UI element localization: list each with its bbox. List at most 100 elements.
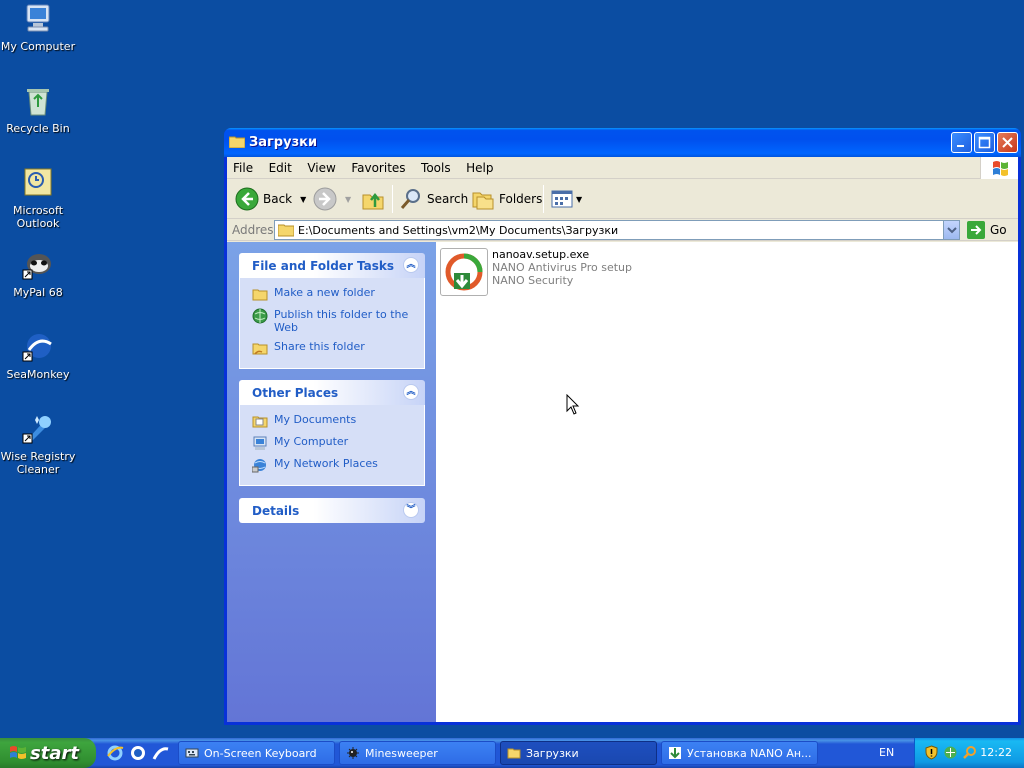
window-body: File Edit View Favorites Tools Help Back… — [227, 157, 1018, 722]
back-button[interactable]: Back ▼ — [235, 185, 306, 213]
folder-icon — [507, 746, 521, 760]
menu-tools[interactable]: Tools — [415, 157, 457, 179]
address-folder-icon — [277, 223, 295, 237]
window-titlebar[interactable]: Загрузки — [224, 128, 1021, 157]
views-button[interactable]: ▼ — [550, 185, 582, 213]
folder-icon — [228, 135, 246, 149]
collapse-chevron-icon[interactable]: ︽ — [403, 257, 419, 273]
toolbar-separator — [392, 185, 393, 213]
up-folder-icon — [361, 187, 385, 211]
my-computer-link[interactable]: My Computer — [252, 435, 424, 451]
network-icon — [251, 457, 268, 473]
address-bar: Address E:\Documents and Settings\vm2\My… — [227, 219, 1018, 241]
computer-icon — [21, 2, 55, 36]
toolbar-separator — [543, 185, 544, 213]
language-indicator[interactable]: EN — [879, 746, 894, 759]
mail-quicklaunch-icon[interactable] — [152, 744, 170, 762]
other-places-header[interactable]: Other Places ︽ — [239, 380, 425, 405]
taskbar-item-nano-setup[interactable]: Установка NANO Ан... — [661, 741, 818, 765]
views-icon — [550, 187, 574, 211]
computer-icon — [252, 435, 268, 451]
clock[interactable]: 12:22 — [980, 746, 1012, 759]
folders-icon — [471, 187, 495, 211]
windows-flag-icon — [9, 745, 27, 761]
taskbar-item-zagruzki[interactable]: Загрузки — [500, 741, 657, 765]
expand-chevron-icon[interactable]: ︾ — [403, 502, 419, 518]
back-label: Back — [263, 192, 293, 206]
desktop-icon-mypal[interactable]: MyPal 68 — [0, 248, 76, 299]
back-dropdown-icon[interactable]: ▼ — [300, 195, 306, 204]
recycle-bin-icon — [21, 84, 55, 118]
share-folder-link[interactable]: Share this folder — [252, 340, 424, 356]
new-folder-icon — [252, 286, 268, 302]
taskbar-item-minesweeper[interactable]: Minesweeper — [339, 741, 496, 765]
other-places-panel: Other Places ︽ My Documents My Computer — [239, 380, 425, 486]
file-company: NANO Security — [492, 274, 574, 287]
internet-explorer-icon[interactable] — [106, 744, 124, 762]
menu-bar: File Edit View Favorites Tools Help — [227, 157, 1018, 179]
menu-view[interactable]: View — [301, 157, 341, 179]
details-panel: Details ︾ — [239, 498, 425, 523]
go-label: Go — [990, 223, 1007, 237]
address-field[interactable]: E:\Documents and Settings\vm2\My Documen… — [274, 220, 960, 240]
file-folder-tasks-body: Make a new folder Publish this folder to… — [239, 278, 425, 369]
window-title: Загрузки — [249, 135, 318, 150]
go-button[interactable]: Go — [967, 221, 1007, 239]
network-tray-icon[interactable] — [943, 745, 958, 760]
other-places-body: My Documents My Computer My Network Plac… — [239, 405, 425, 486]
collapse-chevron-icon[interactable]: ︽ — [403, 384, 419, 400]
mypal-icon — [21, 248, 55, 282]
search-label: Search — [427, 192, 469, 206]
search-tray-icon[interactable] — [962, 745, 977, 760]
address-label: Address — [232, 223, 280, 237]
task-pane: File and Folder Tasks ︽ Make a new folde… — [227, 242, 436, 722]
details-header[interactable]: Details ︾ — [239, 498, 425, 523]
installer-icon — [668, 746, 682, 760]
desktop-icon-wise-registry-cleaner[interactable]: Wise Registry Cleaner — [0, 412, 76, 476]
address-dropdown-icon[interactable] — [943, 221, 959, 239]
forward-button[interactable]: ▼ — [313, 185, 351, 213]
keyboard-icon — [185, 746, 199, 760]
globe-icon — [252, 308, 268, 324]
menu-help[interactable]: Help — [460, 157, 499, 179]
share-folder-icon — [252, 340, 268, 356]
publish-folder-link[interactable]: Publish this folder to the Web — [252, 308, 424, 334]
menu-file[interactable]: File — [227, 157, 259, 179]
content-area: File and Folder Tasks ︽ Make a new folde… — [227, 242, 1018, 722]
menu-favorites[interactable]: Favorites — [345, 157, 411, 179]
desktop-icon-outlook[interactable]: Microsoft Outlook — [0, 166, 76, 230]
my-documents-link[interactable]: My Documents — [252, 413, 424, 429]
taskbar-item-on-screen-keyboard[interactable]: On-Screen Keyboard — [178, 741, 335, 765]
desktop-icon-my-computer[interactable]: My Computer — [0, 2, 76, 53]
security-shield-icon[interactable] — [924, 745, 939, 760]
folders-button[interactable]: Folders — [471, 185, 542, 213]
my-network-places-link[interactable]: My Network Places — [251, 457, 424, 473]
up-folder-button[interactable] — [361, 185, 385, 213]
make-new-folder-link[interactable]: Make a new folder — [252, 286, 424, 302]
go-arrow-icon — [967, 221, 985, 239]
minimize-button[interactable] — [951, 132, 972, 153]
menu-edit[interactable]: Edit — [263, 157, 298, 179]
views-dropdown-icon[interactable]: ▼ — [576, 195, 582, 204]
address-value: E:\Documents and Settings\vm2\My Documen… — [298, 224, 619, 237]
forward-dropdown-icon[interactable]: ▼ — [345, 195, 351, 204]
file-item[interactable]: nanoav.setup.exe NANO Antivirus Pro setu… — [440, 248, 632, 296]
file-text: nanoav.setup.exe NANO Antivirus Pro setu… — [492, 248, 632, 296]
documents-folder-icon — [252, 413, 268, 429]
explorer-window: Загрузки File Edit View Favorites Tools … — [224, 128, 1021, 725]
desktop-icon-recycle-bin[interactable]: Recycle Bin — [0, 84, 76, 135]
system-tray: 12:22 — [914, 738, 1024, 768]
search-button[interactable]: Search — [399, 185, 468, 213]
taskbar: start On-Screen Keyboard Minesweeper Заг… — [0, 738, 1024, 768]
mine-icon — [346, 746, 360, 760]
back-arrow-icon — [235, 187, 259, 211]
close-button[interactable] — [997, 132, 1018, 153]
desktop-icon-seamonkey[interactable]: SeaMonkey — [0, 330, 76, 381]
start-button[interactable]: start — [0, 738, 96, 768]
seamonkey-icon — [21, 330, 55, 364]
maximize-button[interactable] — [974, 132, 995, 153]
seamonkey-quicklaunch-icon[interactable] — [129, 744, 147, 762]
file-folder-tasks-header[interactable]: File and Folder Tasks ︽ — [239, 253, 425, 278]
file-list-area[interactable]: nanoav.setup.exe NANO Antivirus Pro setu… — [436, 242, 1018, 722]
outlook-icon — [21, 166, 55, 200]
